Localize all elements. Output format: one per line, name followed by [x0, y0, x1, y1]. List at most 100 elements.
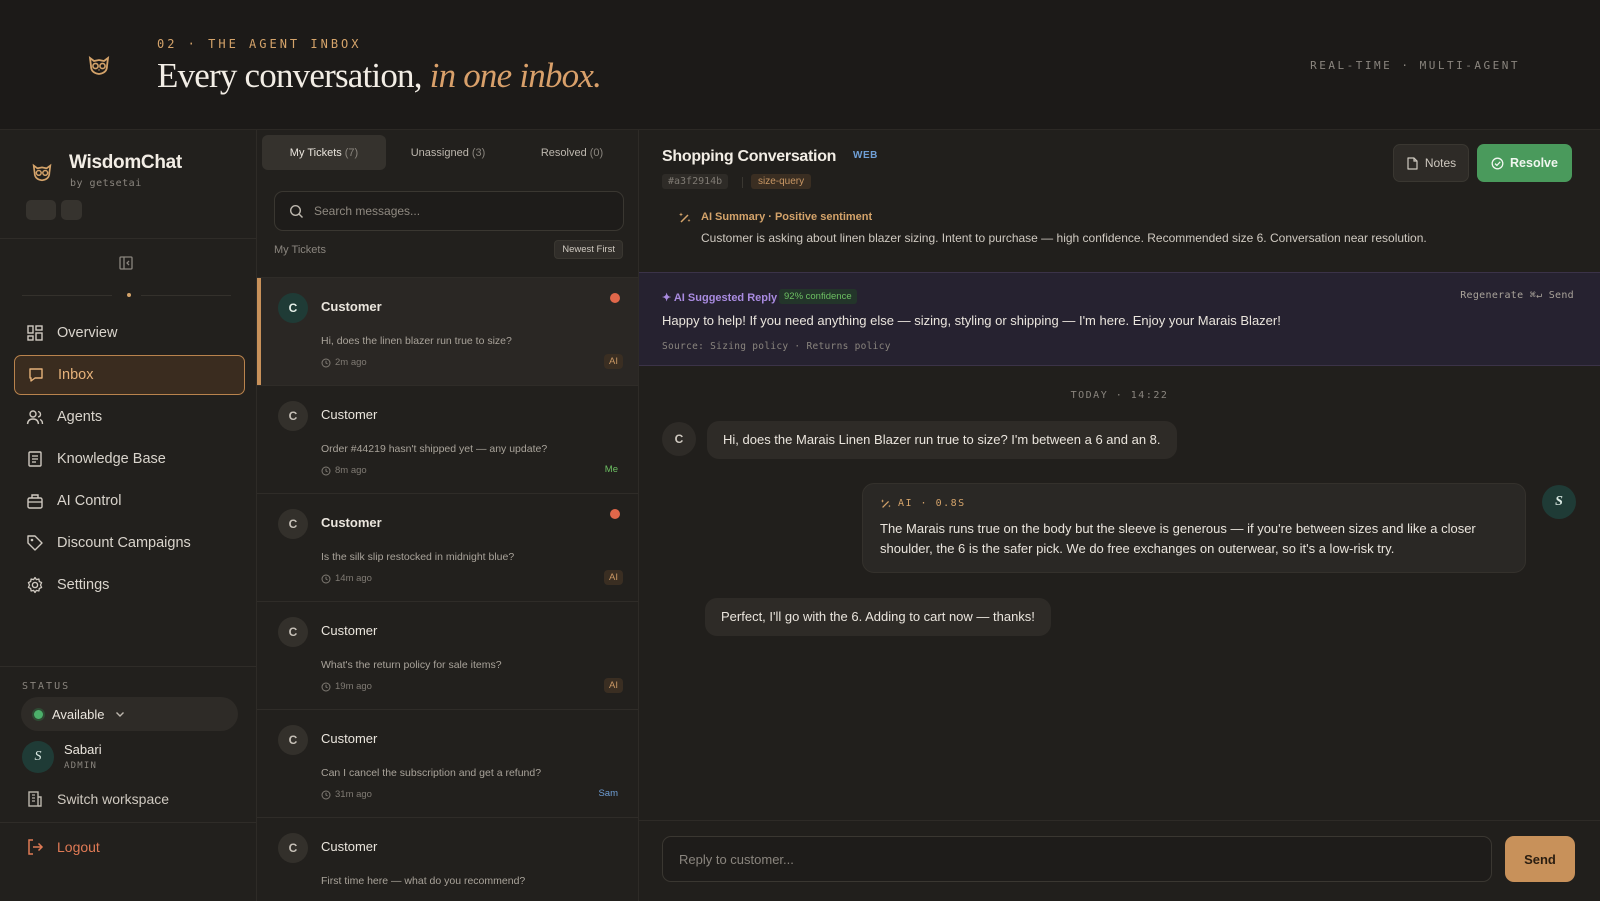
- ticket-time: 14m ago: [321, 573, 372, 584]
- sidebar-item-knowledge-base[interactable]: Knowledge Base: [14, 439, 245, 479]
- sidebar-item-label: Agents: [57, 409, 103, 425]
- divider: [141, 295, 231, 296]
- tab-count: (7): [344, 146, 359, 159]
- tab-resolved[interactable]: Resolved (0): [510, 135, 634, 170]
- sparkle-wand-icon: [679, 212, 691, 223]
- suggested-reply-text[interactable]: Happy to help! If you need anything else…: [662, 313, 1281, 328]
- ticket-message: What's the return policy for sale items?: [321, 659, 502, 671]
- sidebar-item-discount-campaigns[interactable]: Discount Campaigns: [14, 523, 245, 563]
- notes-label: Notes: [1424, 156, 1457, 170]
- suggested-reply-source: Source: Sizing policy · Returns policy: [662, 341, 891, 352]
- avatar[interactable]: S: [22, 741, 54, 773]
- owl-icon: [32, 163, 52, 182]
- user-name: Sabari: [64, 742, 102, 757]
- collapse-sidebar-icon[interactable]: [118, 255, 134, 271]
- ticket-item[interactable]: C Customer Can I cancel the subscription…: [257, 709, 638, 817]
- brand-pill[interactable]: [26, 200, 56, 220]
- ticket-avatar: C: [278, 833, 308, 863]
- sidebar-item-label: Overview: [57, 325, 118, 341]
- sidebar-item-label: Knowledge Base: [57, 451, 166, 467]
- brand-pill[interactable]: [61, 200, 82, 220]
- sort-button[interactable]: Newest First: [554, 240, 623, 259]
- logout-label: Logout: [57, 839, 100, 855]
- ticket-list: C Customer Hi, does the linen blazer run…: [257, 277, 638, 901]
- divider: [22, 295, 112, 296]
- sidebar-item-inbox[interactable]: Inbox: [14, 355, 245, 395]
- status-label: STATUS: [22, 681, 71, 692]
- hero-kicker: 02 · THE AGENT INBOX: [157, 37, 362, 51]
- ticket-badge: Sam: [598, 788, 618, 799]
- ticket-time-text: 14m ago: [335, 573, 372, 584]
- tab-unassigned[interactable]: Unassigned (3): [386, 135, 510, 170]
- user-role: ADMIN: [64, 761, 98, 771]
- status-dot: [34, 709, 43, 719]
- tab-my-tickets[interactable]: My Tickets (7): [262, 135, 386, 170]
- unread-dot: [610, 293, 620, 303]
- suggested-reply-title: ✦ AI Suggested Reply: [662, 292, 778, 304]
- logout-button[interactable]: Logout: [26, 838, 100, 856]
- divider: [0, 822, 256, 823]
- conversation-panel: Shopping Conversation WEB #a3f2914b size…: [639, 130, 1600, 901]
- bot-icon: [27, 494, 43, 509]
- ticket-avatar: C: [278, 509, 308, 539]
- ticket-name: Customer: [321, 407, 378, 422]
- ticket-avatar: C: [278, 401, 308, 431]
- ticket-name: Customer: [321, 299, 382, 314]
- ticket-item[interactable]: C Customer First time here — what do you…: [257, 817, 638, 901]
- sidebar-item-ai-control[interactable]: AI Control: [14, 481, 245, 521]
- book-icon: [28, 451, 42, 467]
- reply-input[interactable]: [662, 836, 1492, 882]
- send-button[interactable]: Send: [1505, 836, 1575, 882]
- check-circle-icon: [1491, 157, 1504, 169]
- ticket-name: Customer: [321, 623, 378, 638]
- search-icon: [289, 204, 303, 218]
- sidebar-item-overview[interactable]: Overview: [14, 313, 245, 353]
- ai-suggested-reply: ✦ AI Suggested Reply 92% confidence Rege…: [639, 272, 1600, 366]
- building-icon: [28, 791, 42, 807]
- tab-label: Resolved: [540, 146, 587, 159]
- ticket-message: Order #44219 hasn't shipped yet — any up…: [321, 443, 548, 455]
- clock-icon: [321, 574, 331, 583]
- divider: [742, 177, 743, 188]
- divider: [0, 238, 256, 239]
- switch-workspace-label: Switch workspace: [57, 791, 170, 807]
- switch-workspace-button[interactable]: Switch workspace: [26, 790, 169, 808]
- ticket-message: Is the silk slip restocked in midnight b…: [321, 551, 515, 563]
- ticket-item[interactable]: C Customer Hi, does the linen blazer run…: [257, 277, 638, 385]
- sidebar-item-agents[interactable]: Agents: [14, 397, 245, 437]
- suggest-actions[interactable]: Regenerate ⌘↵ Send: [1460, 290, 1574, 301]
- sidebar-nav: Overview Inbox Agents Knowledge Base AI …: [14, 313, 245, 607]
- hero-right-label: REAL-TIME · MULTI-AGENT: [1310, 59, 1520, 72]
- divider: [0, 666, 256, 667]
- message-bubble-agent: AI · 0.8S The Marais runs true on the bo…: [862, 483, 1526, 573]
- ticket-time-text: 8m ago: [335, 465, 367, 476]
- ticket-tabs: My Tickets (7) Unassigned (3) Resolved (0): [262, 135, 634, 170]
- note-icon: [1407, 156, 1418, 170]
- notes-button[interactable]: Notes: [1393, 144, 1469, 182]
- search-input[interactable]: [314, 204, 604, 218]
- resolve-button[interactable]: Resolve: [1477, 144, 1572, 182]
- ticket-item[interactable]: C Customer Is the silk slip restocked in…: [257, 493, 638, 601]
- ticket-avatar: C: [278, 617, 308, 647]
- tab-count: (0): [589, 146, 604, 159]
- ticket-time-text: 2m ago: [335, 357, 367, 368]
- ticket-item[interactable]: C Customer What's the return policy for …: [257, 601, 638, 709]
- conversation-id: #a3f2914b: [662, 174, 729, 189]
- ticket-badge: AI: [604, 678, 623, 693]
- sidebar-item-settings[interactable]: Settings: [14, 565, 245, 605]
- ticket-item[interactable]: C Customer Order #44219 hasn't shipped y…: [257, 385, 638, 493]
- chevron-down-icon: [115, 712, 124, 717]
- owl-icon: [88, 56, 110, 75]
- status-dropdown[interactable]: Available: [21, 697, 238, 731]
- ticket-badge: Me: [604, 464, 618, 475]
- unread-dot: [610, 509, 620, 519]
- tab-count: (3): [471, 146, 486, 159]
- date-separator: TODAY · 14:22: [1070, 390, 1169, 401]
- gear-icon: [27, 576, 43, 594]
- logout-icon: [28, 839, 44, 855]
- clock-icon: [321, 790, 331, 799]
- tab-label: Unassigned: [410, 146, 469, 159]
- message-bubble-customer: Hi, does the Marais Linen Blazer run tru…: [707, 421, 1177, 459]
- ticket-name: Customer: [321, 839, 378, 854]
- brand-by: by getsetai: [70, 178, 142, 189]
